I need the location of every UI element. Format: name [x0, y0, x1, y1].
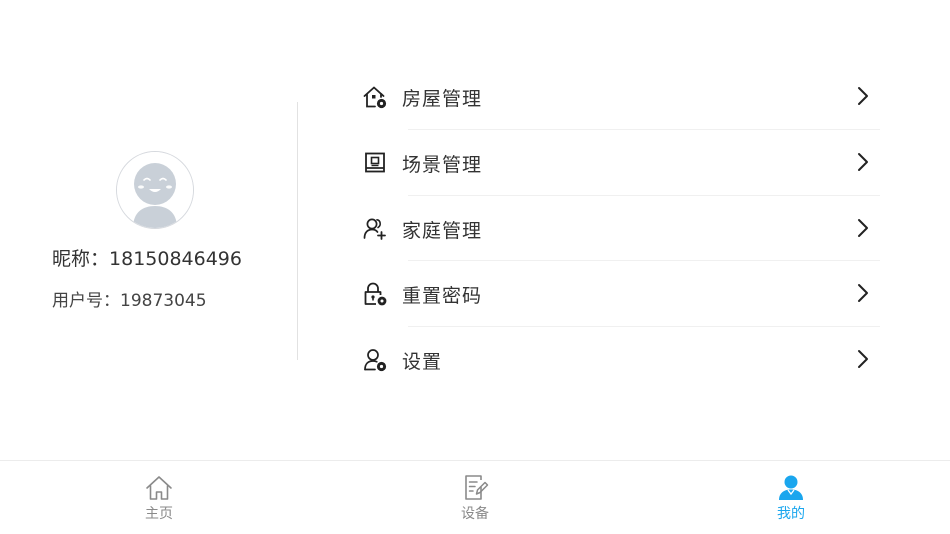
user-id: 用户号：19873045	[52, 286, 207, 311]
chevron-right-icon	[856, 152, 870, 172]
profile-panel: 昵称：18150846496 用户号：19873045	[0, 0, 298, 460]
tab-label: 主页	[145, 506, 173, 522]
menu-item-reset-password[interactable]: 重置密码	[360, 261, 880, 327]
tab-mine[interactable]: 我的	[731, 461, 851, 534]
house-gear-icon	[362, 84, 388, 110]
chevron-right-icon	[856, 218, 870, 238]
menu-item-house-management[interactable]: 房屋管理	[360, 64, 880, 130]
menu-item-label: 场景管理	[402, 153, 483, 176]
lock-gear-icon	[362, 281, 388, 307]
avatar[interactable]	[116, 151, 194, 229]
bottom-tab-bar: 主页 设备 我的	[0, 460, 950, 534]
user-gear-icon	[362, 347, 388, 373]
default-avatar-icon	[117, 152, 193, 228]
menu-item-family-management[interactable]: 家庭管理	[360, 196, 880, 262]
tab-devices[interactable]: 设备	[415, 461, 535, 534]
nickname-label: 昵称：	[52, 248, 110, 270]
vertical-divider	[297, 102, 298, 360]
nickname: 昵称：18150846496	[52, 244, 242, 271]
menu-item-label: 设置	[402, 351, 443, 373]
user-id-value: 19873045	[120, 291, 207, 311]
tab-label: 设备	[461, 506, 489, 522]
menu-item-scene-management[interactable]: 场景管理	[360, 130, 880, 196]
chevron-right-icon	[856, 283, 870, 303]
tab-label: 我的	[777, 506, 805, 522]
tab-home[interactable]: 主页	[99, 461, 219, 534]
profile-screen: 昵称：18150846496 用户号：19873045 房屋管理 场景管理 家庭…	[0, 0, 950, 534]
device-edit-icon	[460, 473, 490, 503]
chevron-right-icon	[856, 349, 870, 369]
menu-item-label: 房屋管理	[402, 88, 483, 110]
settings-menu: 房屋管理 场景管理 家庭管理 重置密码 设置	[360, 64, 880, 393]
menu-item-settings[interactable]: 设置	[360, 327, 880, 393]
chevron-right-icon	[856, 86, 870, 106]
user-id-label: 用户号：	[52, 291, 120, 311]
scene-frame-icon	[362, 150, 388, 176]
home-icon	[144, 473, 174, 503]
menu-item-label: 重置密码	[402, 285, 483, 308]
menu-item-label: 家庭管理	[402, 219, 483, 242]
family-add-icon	[362, 216, 388, 242]
nickname-value: 18150846496	[109, 248, 242, 270]
person-icon	[776, 473, 806, 503]
